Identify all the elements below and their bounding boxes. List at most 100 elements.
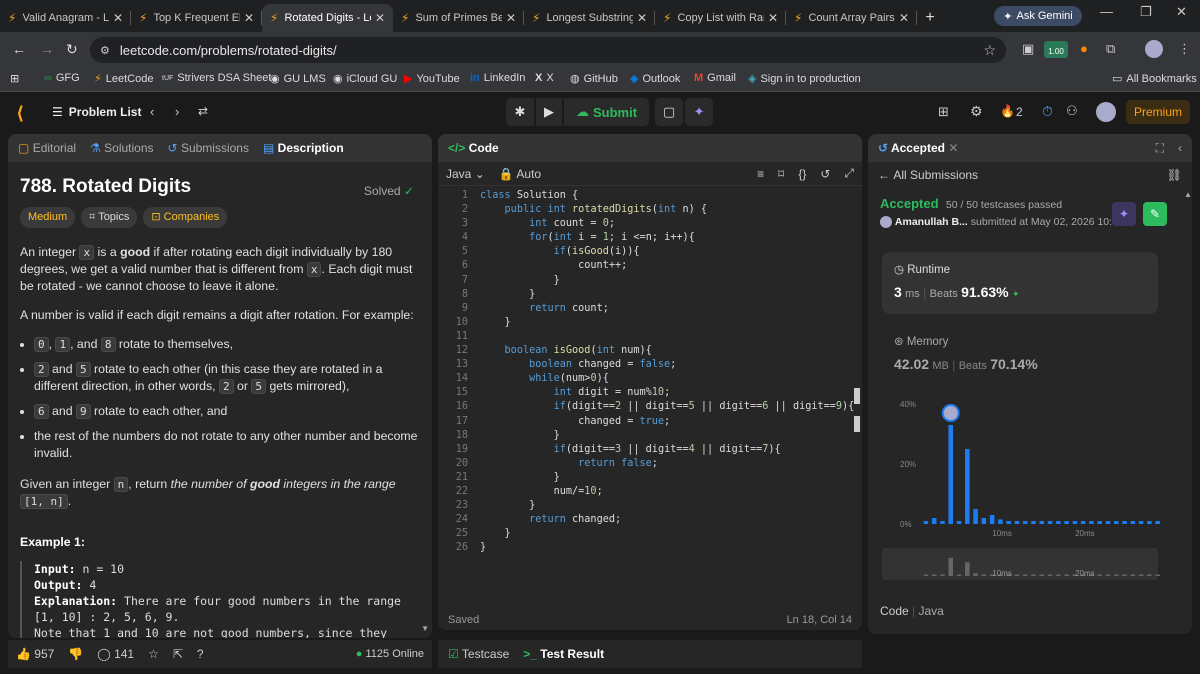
ask-gemini-button[interactable]: ✦ Ask Gemini bbox=[994, 6, 1082, 26]
code-line[interactable]: 5 if(isGood(i)){ bbox=[438, 246, 862, 260]
link-icon[interactable]: ⛓ bbox=[1167, 168, 1182, 182]
distribution-bar[interactable] bbox=[948, 425, 954, 524]
add-collaborator-icon[interactable]: ⚇ bbox=[1066, 103, 1078, 119]
code-line[interactable]: 26} bbox=[438, 542, 862, 556]
bookmark-icloud[interactable]: ◉ iCloud GU bbox=[333, 72, 397, 86]
distribution-bar[interactable] bbox=[965, 449, 970, 524]
code-line[interactable]: 15 int digit = num%10; bbox=[438, 387, 862, 401]
bookmark-github[interactable]: ◍ GitHub bbox=[570, 72, 618, 86]
expand-icon[interactable]: ⤢ bbox=[844, 166, 854, 181]
settings-gear-icon[interactable]: ⚙ bbox=[970, 103, 983, 120]
distribution-bar[interactable] bbox=[1114, 521, 1119, 524]
distribution-bar[interactable] bbox=[1097, 521, 1102, 524]
code-line[interactable]: 22 num/=10; bbox=[438, 486, 862, 500]
notes-icon[interactable]: ▢ bbox=[655, 98, 684, 126]
bookmark-gfg[interactable]: ∞ GFG bbox=[44, 72, 80, 84]
code-line[interactable]: 6 count++; bbox=[438, 260, 862, 274]
site-info-icon[interactable]: ⚙ bbox=[100, 44, 110, 57]
scroll-up-arrow-icon[interactable]: ▲ bbox=[1184, 190, 1192, 199]
browser-tab-active[interactable]: ⚡ Rotated Digits - Le ✕ bbox=[262, 4, 393, 32]
code-line[interactable]: 16 if(digit==2 || digit==5 || digit==6 |… bbox=[438, 401, 862, 415]
close-tab-icon[interactable]: ✕ bbox=[899, 11, 909, 25]
distribution-bar[interactable] bbox=[1155, 521, 1160, 524]
bookmark-outlook[interactable]: ◆ Outlook bbox=[630, 72, 680, 86]
code-line[interactable]: 13 boolean changed = false; bbox=[438, 359, 862, 373]
distribution-bar[interactable] bbox=[1022, 521, 1028, 524]
premium-button[interactable]: Premium bbox=[1126, 100, 1190, 124]
favorite-star-icon[interactable]: ☆ bbox=[148, 647, 159, 661]
code-line[interactable]: 21 } bbox=[438, 472, 862, 486]
distribution-bar[interactable] bbox=[1056, 521, 1061, 524]
distribution-bar[interactable] bbox=[1138, 521, 1144, 524]
scroll-down-arrow-icon[interactable]: ▼ bbox=[421, 624, 429, 633]
distribution-bar[interactable] bbox=[981, 518, 987, 524]
bookmark-gmail[interactable]: M Gmail bbox=[694, 72, 736, 84]
extension-icon[interactable]: ▣ bbox=[1022, 41, 1034, 57]
browser-tab[interactable]: ⚡ Copy List with Ran ✕ bbox=[655, 4, 786, 32]
code-line[interactable]: 18 } bbox=[438, 430, 862, 444]
forward-icon[interactable]: → bbox=[40, 41, 54, 57]
restore-icon[interactable]: ❐ bbox=[1140, 4, 1152, 20]
share-icon[interactable]: ⇱ bbox=[173, 647, 183, 661]
extension-dot-icon[interactable]: ● bbox=[1080, 41, 1088, 56]
extensions-puzzle-icon[interactable]: ⧉ bbox=[1106, 41, 1115, 57]
debug-bug-icon[interactable]: ✱ bbox=[506, 98, 534, 126]
bookmark-star-icon[interactable]: ☆ bbox=[983, 42, 996, 59]
code-line[interactable]: 24 return changed; bbox=[438, 514, 862, 528]
code-line[interactable]: 4 for(int i = 1; i <=n; i++){ bbox=[438, 232, 862, 246]
all-submissions-link[interactable]: ← All Submissions ⛓ bbox=[868, 162, 1192, 188]
edit-note-icon[interactable]: ✎ bbox=[1143, 202, 1167, 226]
distribution-bar[interactable] bbox=[1064, 521, 1069, 524]
dislike-icon[interactable]: 👎 bbox=[68, 647, 83, 661]
next-problem-icon[interactable]: › bbox=[175, 104, 179, 119]
tab-code[interactable]: </> Code bbox=[448, 141, 499, 155]
distribution-bar[interactable] bbox=[923, 521, 929, 524]
new-tab-button[interactable]: + bbox=[917, 4, 943, 32]
browser-tab[interactable]: ⚡ Valid Anagram - Le ✕ bbox=[0, 4, 131, 32]
all-bookmarks[interactable]: ▭ All Bookmarks bbox=[1112, 72, 1197, 86]
distribution-bar[interactable] bbox=[1130, 521, 1136, 524]
distribution-bar[interactable] bbox=[989, 515, 995, 524]
profile-avatar[interactable] bbox=[1145, 40, 1163, 58]
runtime-card[interactable]: ◷ Runtime 3 ms | Beats 91.63% ✦ bbox=[882, 252, 1158, 314]
companies-tag[interactable]: ⊡ Companies bbox=[143, 207, 228, 228]
braces-icon[interactable]: {} bbox=[798, 167, 806, 181]
distribution-bar[interactable] bbox=[973, 509, 978, 524]
close-tab-icon[interactable]: ✕ bbox=[506, 11, 516, 25]
comments-button[interactable]: ◯ 141 bbox=[97, 647, 134, 661]
code-line[interactable]: 8 } bbox=[438, 289, 862, 303]
minimize-icon[interactable]: — bbox=[1100, 4, 1113, 19]
code-line[interactable]: 20 return false; bbox=[438, 458, 862, 472]
browser-tab[interactable]: ⚡ Top K Frequent Ele ✕ bbox=[131, 4, 262, 32]
close-tab-icon[interactable]: ✕ bbox=[948, 141, 958, 155]
close-tab-icon[interactable]: ✕ bbox=[637, 11, 647, 25]
panel-scrollbar[interactable]: ▲ bbox=[1184, 190, 1192, 610]
bookmark-linkedin[interactable]: in LinkedIn bbox=[470, 72, 525, 84]
code-line[interactable]: 3 int count = 0; bbox=[438, 218, 862, 232]
problem-list-button[interactable]: ☰ Problem List bbox=[52, 105, 141, 119]
reset-icon[interactable]: ↺ bbox=[820, 167, 830, 181]
distribution-bar[interactable] bbox=[956, 521, 962, 524]
leetcode-logo-icon[interactable]: ⟨ bbox=[16, 103, 36, 123]
editor-scrollbar-mark[interactable] bbox=[854, 416, 860, 432]
close-tab-icon[interactable]: ✕ bbox=[113, 11, 123, 25]
code-line[interactable]: 14 while(num>0){ bbox=[438, 373, 862, 387]
code-line[interactable]: 2 public int rotatedDigits(int n) { bbox=[438, 204, 862, 218]
code-line[interactable]: 9 return count; bbox=[438, 303, 862, 317]
distribution-bar[interactable] bbox=[1039, 521, 1045, 524]
code-line[interactable]: 11 bbox=[438, 331, 862, 345]
ai-sparkle-icon[interactable]: ✦ bbox=[685, 98, 714, 126]
ai-analyze-icon[interactable]: ✦ bbox=[1112, 202, 1136, 226]
distribution-bar[interactable] bbox=[1089, 521, 1094, 524]
language-select[interactable]: Java ⌄ bbox=[446, 167, 485, 181]
browser-tab[interactable]: ⚡ Sum of Primes Bet ✕ bbox=[393, 4, 524, 32]
close-window-icon[interactable]: ✕ bbox=[1176, 4, 1187, 20]
distribution-bar[interactable] bbox=[1147, 521, 1152, 524]
distribution-bar[interactable] bbox=[1014, 521, 1020, 524]
bookmark-leetcode[interactable]: ⚡ LeetCode bbox=[94, 72, 153, 86]
distribution-bar[interactable] bbox=[940, 521, 945, 524]
code-line[interactable]: 19 if(digit==3 || digit==4 || digit==7){ bbox=[438, 444, 862, 458]
code-line[interactable]: 10 } bbox=[438, 317, 862, 331]
help-icon[interactable]: ? bbox=[197, 647, 204, 661]
reload-icon[interactable]: ↻ bbox=[66, 41, 78, 58]
